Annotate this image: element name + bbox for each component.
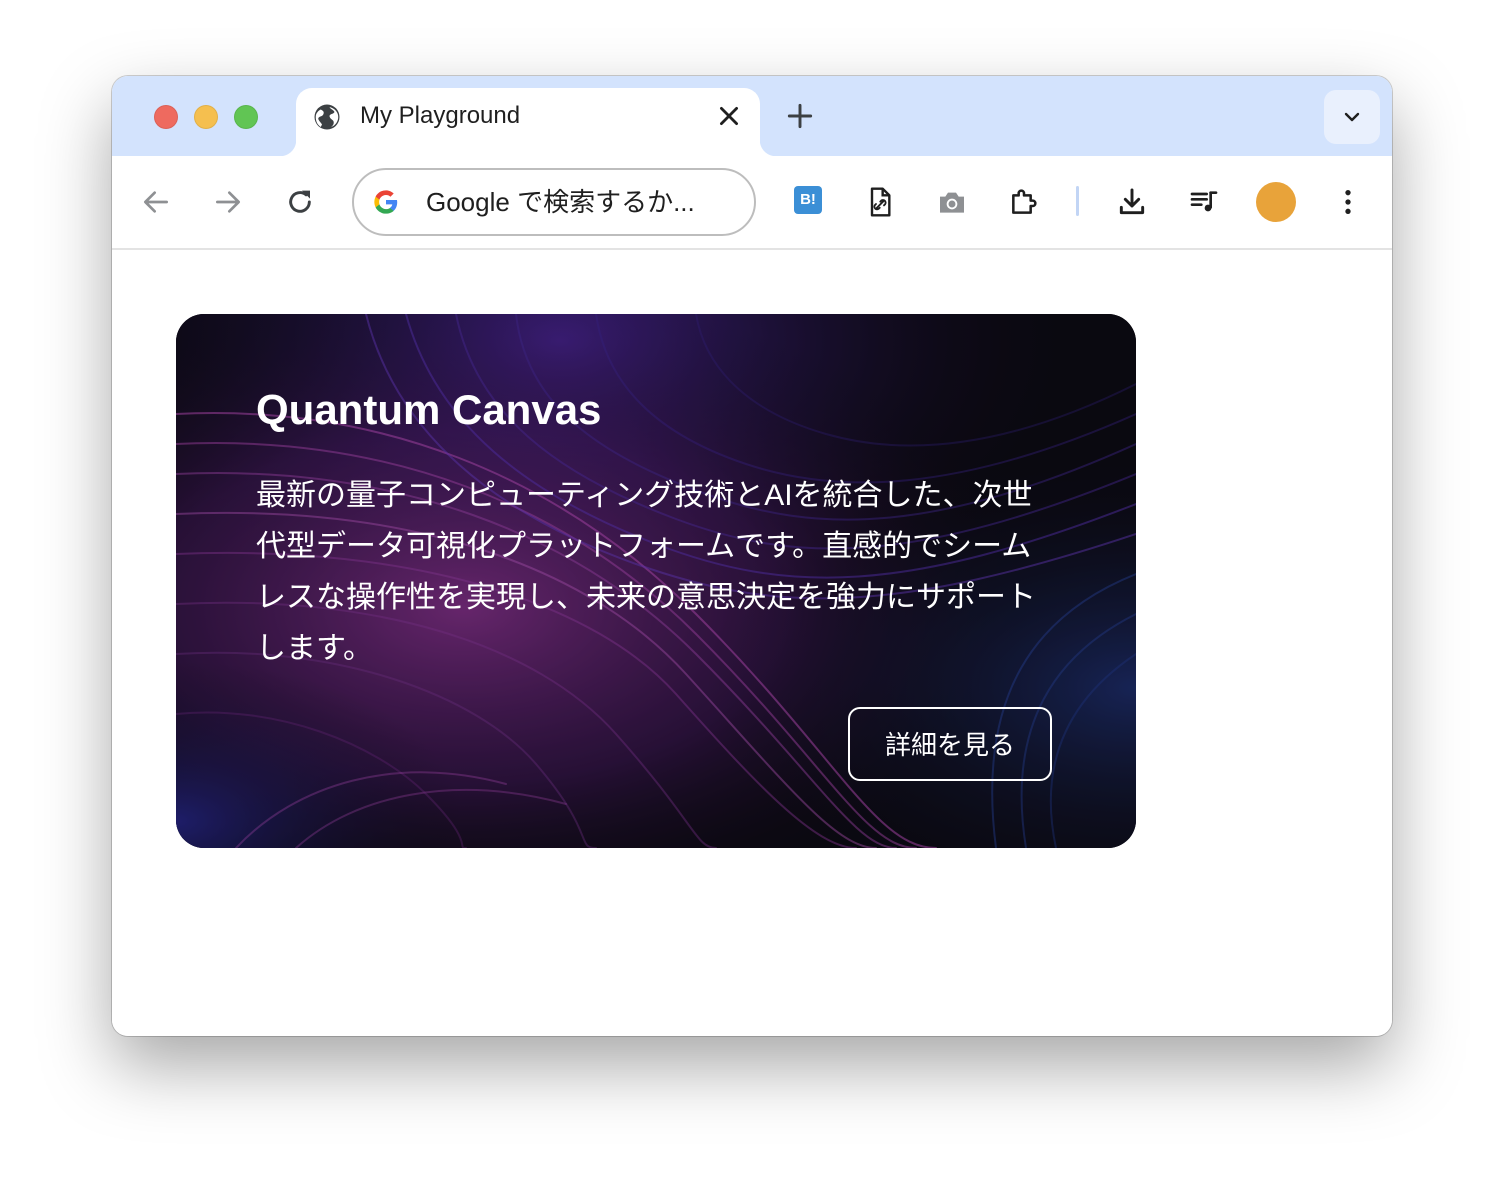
hatena-bookmark-icon[interactable]: B!	[794, 186, 822, 214]
address-bar[interactable]: Google で検索するか...	[352, 168, 756, 236]
title-bar: My Playground	[112, 76, 1392, 156]
view-details-button[interactable]: 詳細を見る	[848, 707, 1052, 781]
extensions-puzzle-icon[interactable]	[1008, 186, 1040, 218]
page-link-icon[interactable]	[864, 186, 896, 218]
hero-card: Quantum Canvas 最新の量子コンピューティング技術とAIを統合した、…	[176, 314, 1136, 848]
card-description: 最新の量子コンピューティング技術とAIを統合した、次世代型データ可視化プラットフ…	[256, 479, 1036, 665]
new-tab-plus-icon[interactable]	[784, 100, 816, 132]
card-title: Quantum Canvas	[256, 386, 602, 433]
tab-search-button[interactable]	[1324, 90, 1380, 144]
omnibox-placeholder: Google で検索するか...	[426, 187, 695, 217]
close-window-button[interactable]	[154, 105, 178, 129]
globe-icon	[314, 104, 340, 130]
profile-avatar[interactable]	[1256, 182, 1296, 222]
media-queue-icon[interactable]	[1188, 186, 1220, 218]
minimize-window-button[interactable]	[194, 105, 218, 129]
zoom-window-button[interactable]	[234, 105, 258, 129]
toolbar-divider	[1076, 186, 1079, 216]
camera-icon[interactable]	[936, 186, 968, 218]
google-g-icon	[374, 190, 398, 214]
hatena-bookmark-label: B!	[800, 191, 816, 208]
back-arrow-icon[interactable]	[140, 186, 172, 218]
chevron-down-icon	[1344, 112, 1360, 122]
download-icon[interactable]	[1116, 186, 1148, 218]
tab-my-playground[interactable]: My Playground	[280, 88, 776, 156]
toolbar: Google で検索するか... B!	[112, 156, 1392, 250]
forward-arrow-icon[interactable]	[212, 186, 244, 218]
close-tab-icon[interactable]	[716, 103, 742, 129]
page-content: Quantum Canvas 最新の量子コンピューティング技術とAIを統合した、…	[112, 250, 1392, 1036]
browser-window: My Playground Google で検索するか... B! Quantu…	[112, 76, 1392, 1036]
reload-icon[interactable]	[284, 186, 316, 218]
tab-title: My Playground	[360, 102, 521, 129]
more-vert-icon[interactable]	[1332, 186, 1364, 218]
